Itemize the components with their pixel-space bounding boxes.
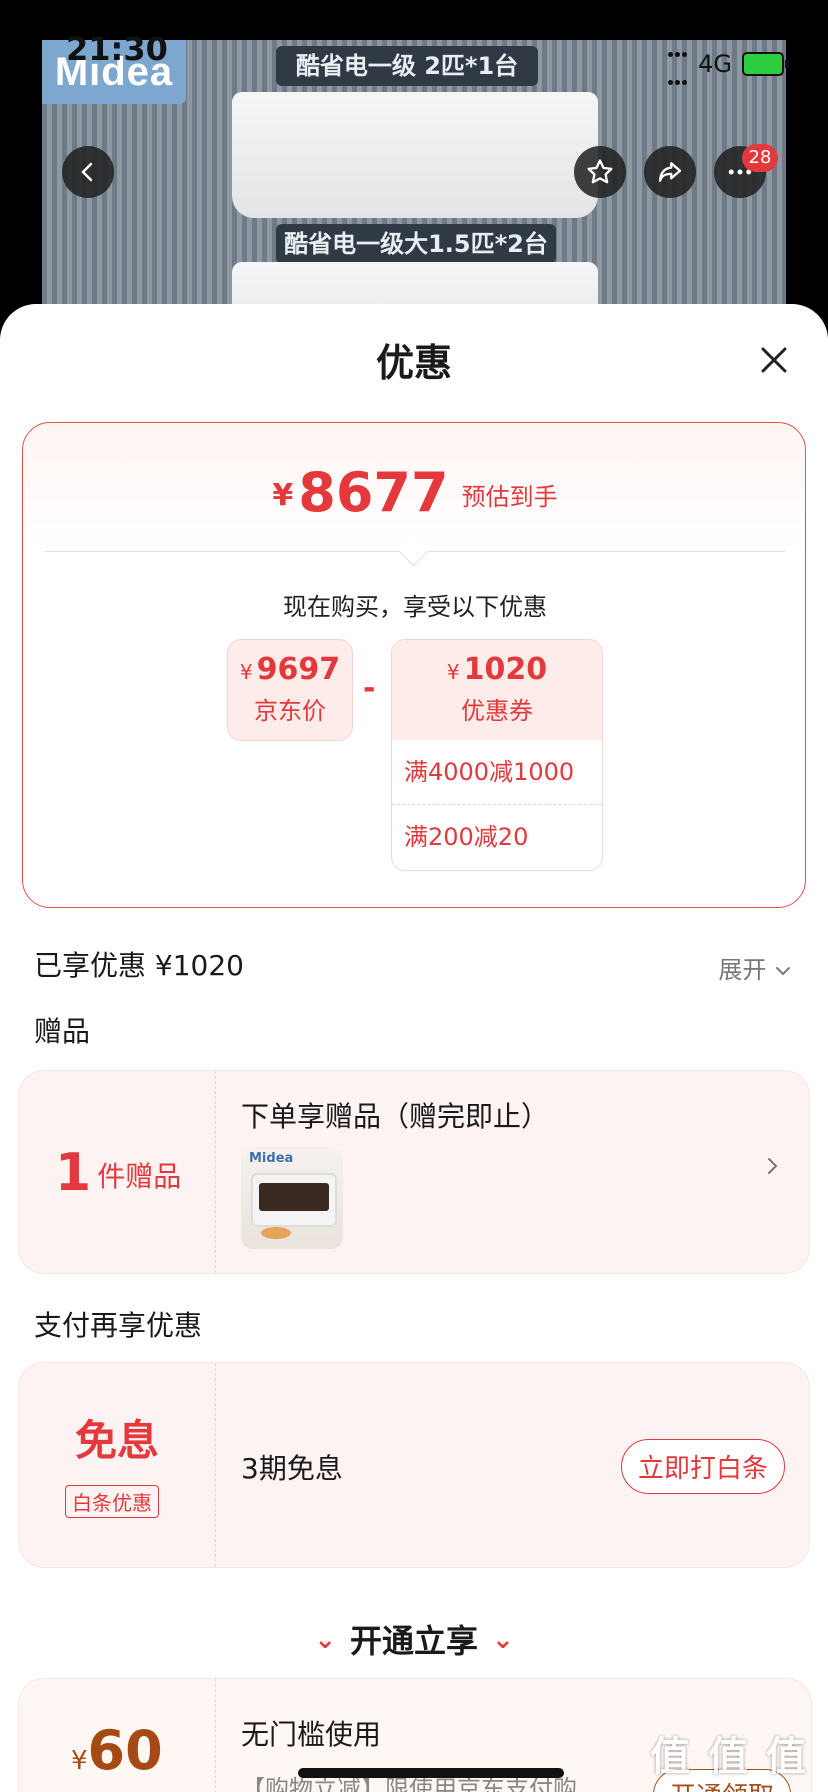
estimated-price: ¥ 8677 预估到手 [23,461,807,524]
gift-count-number: 1 [55,1143,92,1203]
currency-symbol: ¥ [446,660,460,684]
gift-section-title: 赠品 [34,1015,91,1048]
food-image [261,1227,291,1239]
coupon-head: ¥1020 优惠券 [392,640,602,740]
chevron-right-icon[interactable] [765,1151,781,1186]
gift-count: 1 件赠品 [55,1143,181,1203]
currency-symbol: ¥ [239,660,253,684]
payment-card: 免息 白条优惠 3期免息 立即打白条 [18,1362,810,1568]
message-count-badge: 28 [742,144,778,172]
baitiao-badge: 白条优惠 [65,1485,159,1518]
discount-sheet: 优惠 ¥ 8677 预估到手 现在购买，享受以下优惠 ¥9697 京东价 - ¥… [0,304,828,1792]
back-button[interactable] [62,146,114,198]
status-time: 21:30 [66,30,168,68]
share-icon [658,162,682,182]
status-indicators: 4G [667,36,788,92]
ac-unit-image [232,92,598,218]
expand-button[interactable]: 展开 [718,950,792,985]
close-icon [761,347,787,373]
chevron-down-icon [776,967,790,976]
home-indicator [298,1768,564,1778]
coupon-rule: 满200减20 [392,804,602,869]
gift-title: 下单享赠品（赠完即止） [241,1100,550,1133]
coupon-label: 优惠券 [461,697,533,725]
estimated-price-label: 预估到手 [461,483,558,511]
minus-sign: - [363,671,376,706]
offer-title: 无门槛使用 [241,1718,382,1751]
sheet-title: 优惠 [375,341,452,385]
gift-thumb-brand: Midea [249,1151,294,1166]
divider-caret [398,536,429,567]
estimated-price-value: 8677 [298,461,449,524]
gift-thumbnail: Midea [241,1147,343,1249]
currency-symbol: ¥ [272,478,294,513]
jd-price-box: ¥9697 京东价 [227,639,353,741]
price-summary-card: ¥ 8677 预估到手 现在购买，享受以下优惠 ¥9697 京东价 - ¥102… [22,422,806,908]
gift-count-unit: 件赠品 [97,1160,182,1193]
offer-amount-value: 60 [87,1719,163,1782]
watermark: 值 值 值 [650,1734,808,1780]
open-section-title: ⌄ 开通立享 ⌄ [0,1616,828,1662]
offer-amount: ¥60 [71,1719,163,1782]
signal-icon [667,36,688,92]
baitiao-button[interactable]: 立即打白条 [620,1439,785,1494]
coupon-amount: 1020 [463,652,548,687]
product-banner: Midea 酷省电一级 2匹*1台 酷省电一级大1.5匹*2台 21:30 4G… [0,0,828,340]
enjoyed-discount-text: 已享优惠 ¥1020 [34,949,244,982]
installment-text: 3期免息 [241,1452,343,1485]
star-icon [587,159,613,184]
spec-tag-2: 酷省电一级大1.5匹*2台 [276,224,556,264]
battery-icon [742,52,788,76]
open-title-text: 开通立享 [349,1622,478,1660]
jd-price-value: 9697 [256,652,341,687]
coupon-rule: 满4000减1000 [404,758,575,786]
gift-card[interactable]: 1 件赠品 下单享赠品（赠完即止） Midea [18,1070,810,1274]
expand-label: 展开 [718,956,767,984]
favorite-button[interactable] [574,146,626,198]
oven-image [251,1173,337,1227]
now-buy-text: 现在购买，享受以下优惠 [283,593,547,621]
coupon-box: ¥1020 优惠券 满4000减1000 满200减20 [391,639,603,871]
chevron-left-icon [81,162,93,182]
chevron-down-icon: ⌄ [314,1625,336,1655]
chevron-down-icon: ⌄ [492,1625,514,1655]
share-button[interactable] [644,146,696,198]
network-type: 4G [698,50,732,78]
interest-free-label: 免息 [74,1416,159,1465]
payment-section-title: 支付再享优惠 [34,1309,203,1342]
spec-tag-1: 酷省电一级 2匹*1台 [276,46,538,86]
currency-symbol: ¥ [71,1746,88,1776]
close-button[interactable] [754,340,794,380]
card-divider [215,1679,216,1792]
jd-price-label: 京东价 [254,697,326,725]
